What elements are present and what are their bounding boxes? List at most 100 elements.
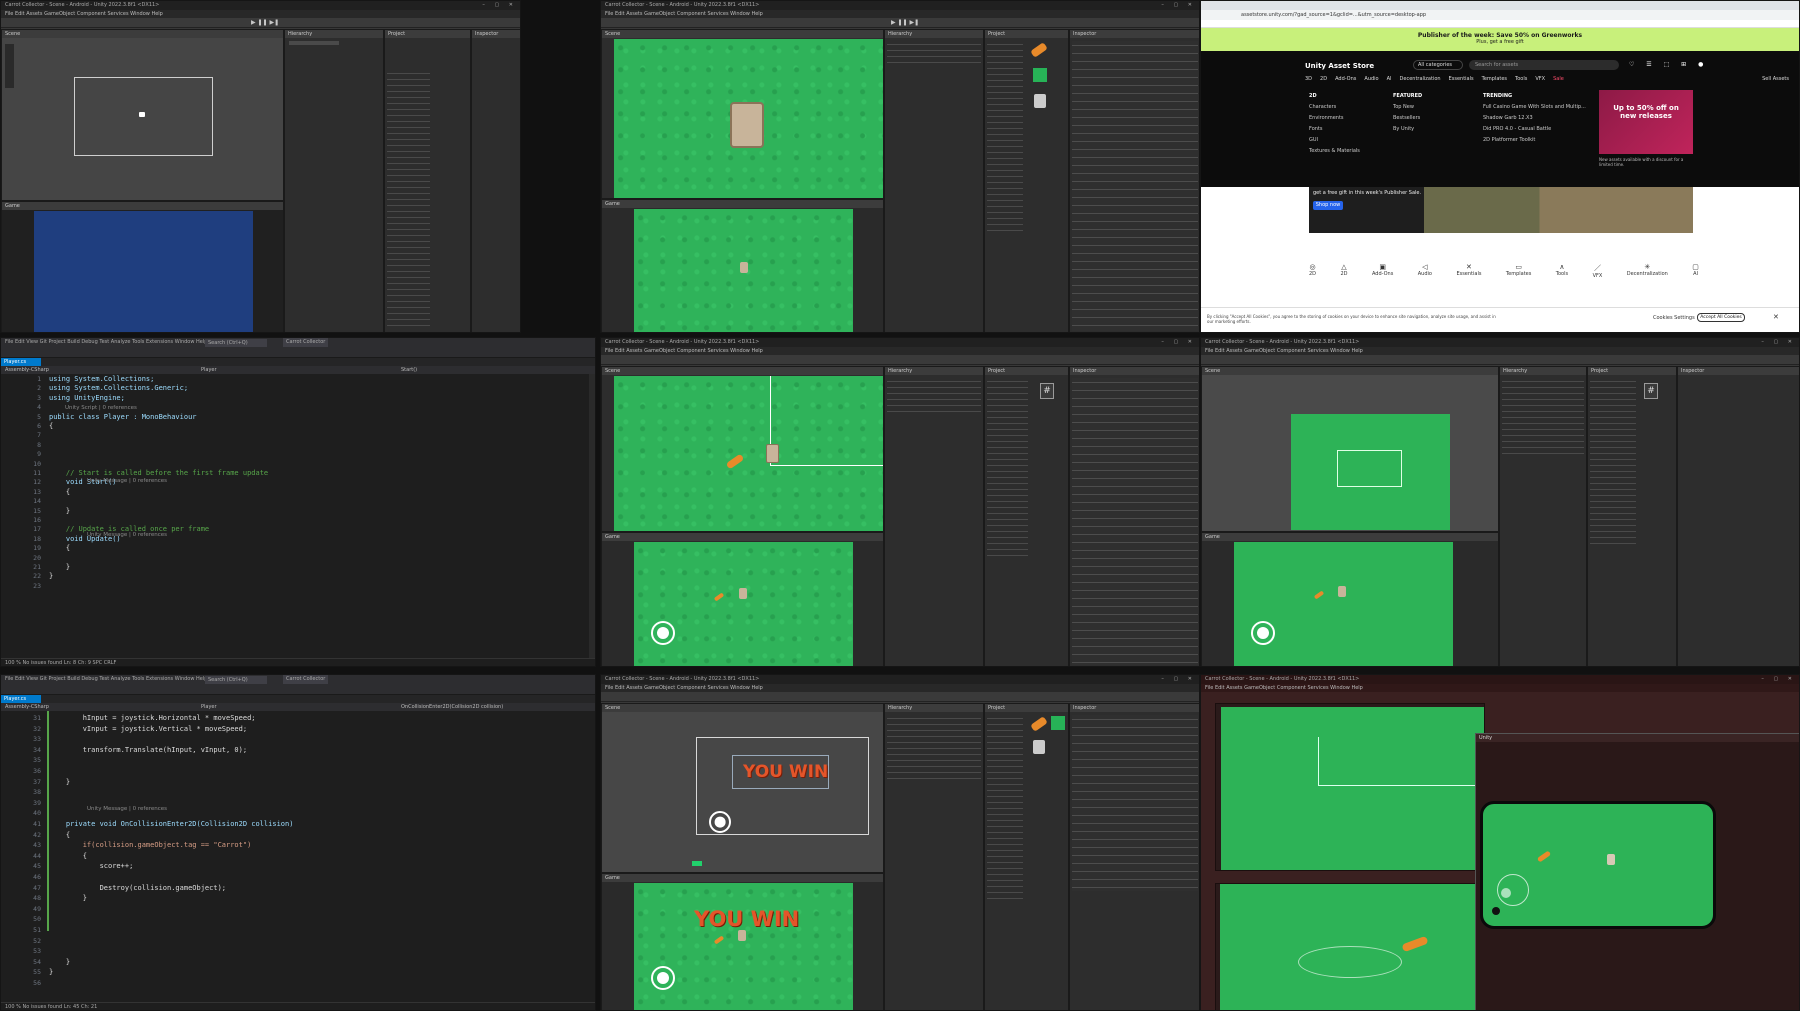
menu-bar[interactable]: File Edit Assets GameObject Component Se… [1,10,520,18]
menu-bar[interactable]: File Edit Assets GameObject Component Se… [1201,347,1799,355]
vs-search[interactable]: Search (Ctrl+Q) [205,676,267,684]
accept-cookies-button[interactable]: Accept All Cookies [1697,313,1745,322]
scene-view[interactable]: Scene YOU WIN [601,703,884,873]
tab-player-cs[interactable]: Player.cs [1,695,41,703]
project-panel[interactable]: Project [984,703,1069,1010]
hierarchy-tab[interactable]: Hierarchy [885,30,983,38]
cat-ai[interactable]: ▢ AI [1692,263,1699,289]
codelens-hint[interactable]: Unity Script | 0 references [65,405,137,411]
square-asset-icon[interactable] [1033,68,1047,82]
project-tab[interactable]: Project [985,30,1068,38]
tool-palette[interactable] [5,44,14,88]
nav-item-2d[interactable]: 2D [1320,76,1327,82]
inspector-components[interactable] [1072,41,1198,331]
hierarchy-panel[interactable]: Hierarchy [884,29,984,332]
promo-banner[interactable]: Publisher of the week: Save 50% on Green… [1201,28,1799,51]
project-tab[interactable]: Project [985,367,1068,375]
vs-search[interactable]: Search (Ctrl+Q) [205,339,267,347]
menu-bar[interactable]: File Edit Assets GameObject Component Se… [601,684,1199,692]
carrot-icon[interactable] [1030,716,1048,732]
inspector-panel[interactable]: Inspector [1677,366,1799,666]
game-tab[interactable]: Game [2,202,283,210]
category-select[interactable]: All categories [1413,60,1463,70]
nav-item-audio[interactable]: Audio [1364,76,1378,82]
nav-item-decentralization[interactable]: Decentralization [1400,76,1441,82]
cat-tools[interactable]: ∧ Tools [1556,263,1568,289]
project-panel[interactable]: Project # [984,366,1069,666]
game-tab[interactable]: Game [1202,533,1498,541]
win-text[interactable]: YOU WIN [743,762,828,782]
inspector-panel[interactable]: Inspector [1069,29,1199,332]
window-controls[interactable]: – ▢ ✕ [482,1,517,10]
address-bar[interactable]: assetstore.unity.com/?gad_source=1&gclid… [1201,10,1799,20]
cat-addons[interactable]: ▣ Add-Ons [1372,263,1393,289]
inspector-panel[interactable]: Inspector [1069,366,1199,666]
project-panel[interactable]: Project # [1587,366,1677,666]
code-editor[interactable]: 1 using System.Collections; 2 using System.… [1,374,591,660]
nav-item-ai[interactable]: AI [1387,76,1392,82]
nav-member[interactable]: OnCollisionEnter2D(Collision2D collision… [401,703,503,711]
square-asset-icon[interactable] [1051,716,1065,730]
tab-player-cs[interactable]: Player.cs [1,358,41,366]
cat-audio[interactable]: ◁ Audio [1418,263,1432,289]
hierarchy-tab[interactable]: Hierarchy [885,704,983,712]
hierarchy-tree[interactable] [887,378,981,412]
game-view[interactable]: Game [1201,532,1499,666]
shop-now-button[interactable]: Shop now [1313,201,1343,210]
nav-item-3d[interactable]: 3D [1305,76,1312,82]
scene-view[interactable]: Scene [1201,366,1499,532]
cookie-settings-button[interactable]: Cookies Settings [1653,315,1695,321]
mega-link[interactable]: 2D Platformer Toolkit [1483,135,1586,146]
game-view[interactable]: Game [601,199,884,332]
code-editor[interactable]: 31 hInput = joystick.Horizontal * moveSp… [1,711,591,1003]
project-tree[interactable] [387,70,430,331]
nav-item-templates[interactable]: Templates [1482,76,1507,82]
scene-view[interactable] [1215,703,1485,871]
mega-link[interactable]: Bestsellers [1393,113,1422,124]
bunny-asset-icon[interactable] [1034,94,1046,108]
browser-tabs[interactable] [1201,1,1799,10]
mega-link[interactable]: Shadow Garb 12.X3 [1483,113,1586,124]
mega-link[interactable]: Full Casino Game With Slots and Multip..… [1483,102,1586,113]
hierarchy-panel[interactable]: Hierarchy [884,366,984,666]
project-tree[interactable] [987,715,1023,901]
joystick[interactable] [1251,621,1275,645]
hierarchy-panel[interactable]: Hierarchy [1499,366,1587,666]
hierarchy-tab[interactable]: Hierarchy [885,367,983,375]
nav-member[interactable]: Start() [401,366,417,374]
hierarchy-panel[interactable]: Hierarchy [884,703,984,1010]
cat-templates[interactable]: ▭ Templates [1506,263,1531,289]
inspector-components[interactable] [1072,378,1198,665]
mega-link[interactable]: Characters [1309,102,1360,113]
project-tab[interactable]: Project [985,704,1068,712]
inspector-components[interactable] [1072,715,1198,891]
game-tab[interactable]: Game [602,874,883,882]
vs-scrollbar[interactable] [589,374,595,660]
play-button[interactable]: ▶ ❚❚ ▶❚ [891,19,919,26]
mega-link[interactable]: Did PRO 4.0 - Casual Battle [1483,124,1586,135]
project-tree[interactable] [987,378,1028,557]
promo-card[interactable]: Up to 50% off on new releases [1599,90,1693,154]
inspector-tab[interactable]: Inspector [1070,367,1199,375]
cat-vfx[interactable]: ／ VFX [1593,263,1603,289]
nav-class[interactable]: Player [201,703,217,711]
scene-tab[interactable]: Scene [602,30,883,38]
inspector-tab[interactable]: Inspector [1678,367,1799,375]
nav-item-essentials[interactable]: Essentials [1449,76,1474,82]
nav-class[interactable]: Player [201,366,217,374]
hierarchy-tab[interactable]: Hierarchy [1500,367,1586,375]
play-button[interactable]: ▶ ❚❚ ▶❚ [251,19,279,26]
joystick-ellipse[interactable] [1298,946,1402,978]
vs-menu-bar[interactable]: File Edit View Git Project Build Debug T… [1,675,595,685]
project-tree[interactable] [987,41,1023,233]
scene-view[interactable]: Scene [1,29,284,201]
hierarchy-item[interactable] [289,41,339,45]
joystick[interactable] [709,811,731,833]
menu-bar[interactable]: File Edit Assets GameObject Component Se… [1201,684,1799,692]
menu-bar[interactable]: File Edit Assets GameObject Component Se… [601,347,1199,355]
bunny-sprite[interactable] [766,444,779,463]
scene-tab[interactable]: Scene [1202,367,1498,375]
mega-link[interactable]: By Unity [1393,124,1422,135]
script-asset-icon[interactable]: # [1040,383,1054,399]
nav-item-vfx[interactable]: VFX [1535,76,1545,82]
